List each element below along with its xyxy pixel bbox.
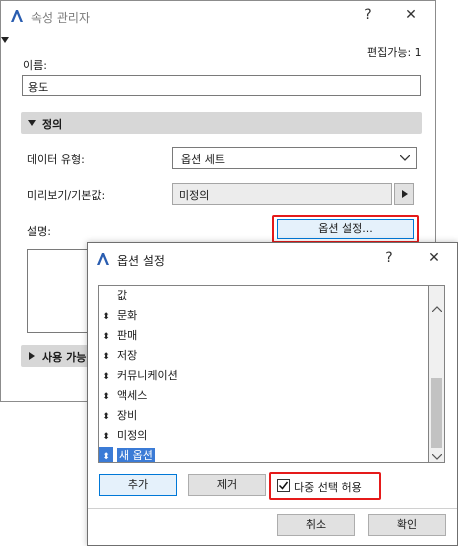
list-item[interactable]: ⬍ 저장 — [99, 346, 428, 366]
chevron-down-icon — [400, 155, 410, 161]
list-header: 값 — [99, 286, 428, 306]
list-item-label: 장비 — [117, 409, 138, 422]
data-type-label: 데이터 유형: — [27, 153, 85, 166]
data-type-select[interactable]: 옵션 세트 — [172, 147, 417, 169]
definition-section-title: 정의 — [42, 118, 63, 131]
name-label: 이름: — [23, 59, 47, 72]
list-item-label: 새 옵션 — [117, 448, 155, 462]
preview-expand-button[interactable] — [394, 183, 414, 205]
help-button[interactable]: ? — [358, 7, 378, 23]
archicad-logo-icon — [97, 253, 109, 265]
name-field[interactable]: 용도 — [22, 75, 421, 96]
list-item[interactable]: ⬍ 커뮤니케이션 — [99, 366, 428, 386]
play-arrow-icon — [402, 190, 408, 198]
list-header-label: 값 — [117, 289, 128, 302]
list-item[interactable]: ⬍ 미정의 — [99, 426, 428, 446]
option-settings-button[interactable]: 옵션 설정... — [277, 219, 414, 239]
multi-select-checkbox[interactable] — [277, 479, 290, 492]
dialog-close-button[interactable]: ✕ — [424, 250, 444, 266]
dialog-title: 옵션 설정 — [117, 254, 165, 268]
list-item-label: 액세스 — [117, 389, 148, 402]
scrollbar-thumb[interactable] — [431, 378, 442, 448]
dialog-help-button[interactable]: ? — [379, 250, 399, 266]
ok-button[interactable]: 확인 — [368, 514, 446, 536]
drag-handle-icon[interactable]: ⬍ — [99, 447, 113, 462]
description-label: 설명: — [27, 225, 51, 238]
collapse-arrow-icon[interactable] — [1, 37, 9, 43]
chevron-down-icon — [28, 120, 36, 126]
list-item-label: 문화 — [117, 309, 138, 322]
close-button[interactable]: ✕ — [401, 7, 421, 23]
option-settings-dialog: 옵션 설정 ? ✕ 값 ⬍ 문화 ⬍ 판매 ⬍ 저장 ⬍ 커뮤니케이션 ⬍ 액세스 ⬍ 장비 ⬍ 미정의 ⬍… — [87, 242, 458, 546]
availability-section-title: 사용 가능 — [42, 351, 87, 364]
preview-default-field[interactable]: 미정의 — [172, 183, 392, 205]
options-list[interactable]: 값 ⬍ 문화 ⬍ 판매 ⬍ 저장 ⬍ 커뮤니케이션 ⬍ 액세스 ⬍ 장비 ⬍ 미정의 ⬍ 새 옵션 — [98, 285, 429, 463]
drag-handle-icon[interactable]: ⬍ — [99, 307, 113, 327]
list-item-label: 저장 — [117, 349, 138, 362]
archicad-logo-icon — [11, 10, 23, 22]
list-item-label: 판매 — [117, 329, 138, 342]
name-field-value: 용도 — [28, 81, 49, 94]
preview-default-label: 미리보기/기본값: — [27, 189, 106, 202]
window-title: 속성 관리자 — [31, 11, 91, 25]
drag-handle-icon[interactable]: ⬍ — [99, 407, 113, 427]
cancel-button[interactable]: 취소 — [277, 514, 355, 536]
remove-button[interactable]: 제거 — [188, 474, 266, 496]
drag-handle-icon[interactable]: ⬍ — [99, 427, 113, 447]
checkmark-icon — [278, 481, 289, 490]
footer-separator — [88, 508, 457, 509]
drag-handle-icon[interactable]: ⬍ — [99, 367, 113, 387]
list-item[interactable]: ⬍ 액세스 — [99, 386, 428, 406]
list-scrollbar[interactable] — [429, 285, 445, 463]
list-item-label: 커뮤니케이션 — [117, 369, 178, 382]
add-button[interactable]: 추가 — [99, 474, 177, 496]
preview-default-value: 미정의 — [179, 189, 210, 202]
data-type-value: 옵션 세트 — [181, 153, 225, 166]
list-item-label: 미정의 — [117, 429, 148, 442]
definition-section-header[interactable]: 정의 — [21, 112, 422, 134]
list-item[interactable]: ⬍ 장비 — [99, 406, 428, 426]
list-item[interactable]: ⬍ 판매 — [99, 326, 428, 346]
editable-count: 편집가능: 1 — [367, 46, 422, 59]
drag-handle-icon[interactable]: ⬍ — [99, 347, 113, 367]
list-item[interactable]: ⬍ 새 옵션 — [99, 446, 428, 462]
drag-handle-icon[interactable]: ⬍ — [99, 327, 113, 347]
chevron-right-icon — [29, 352, 35, 360]
chevron-down-icon[interactable] — [432, 454, 442, 460]
drag-handle-icon[interactable]: ⬍ — [99, 387, 113, 407]
multi-select-label[interactable]: 다중 선택 허용 — [294, 479, 362, 495]
list-item[interactable]: ⬍ 문화 — [99, 306, 428, 326]
chevron-up-icon[interactable] — [432, 306, 442, 312]
